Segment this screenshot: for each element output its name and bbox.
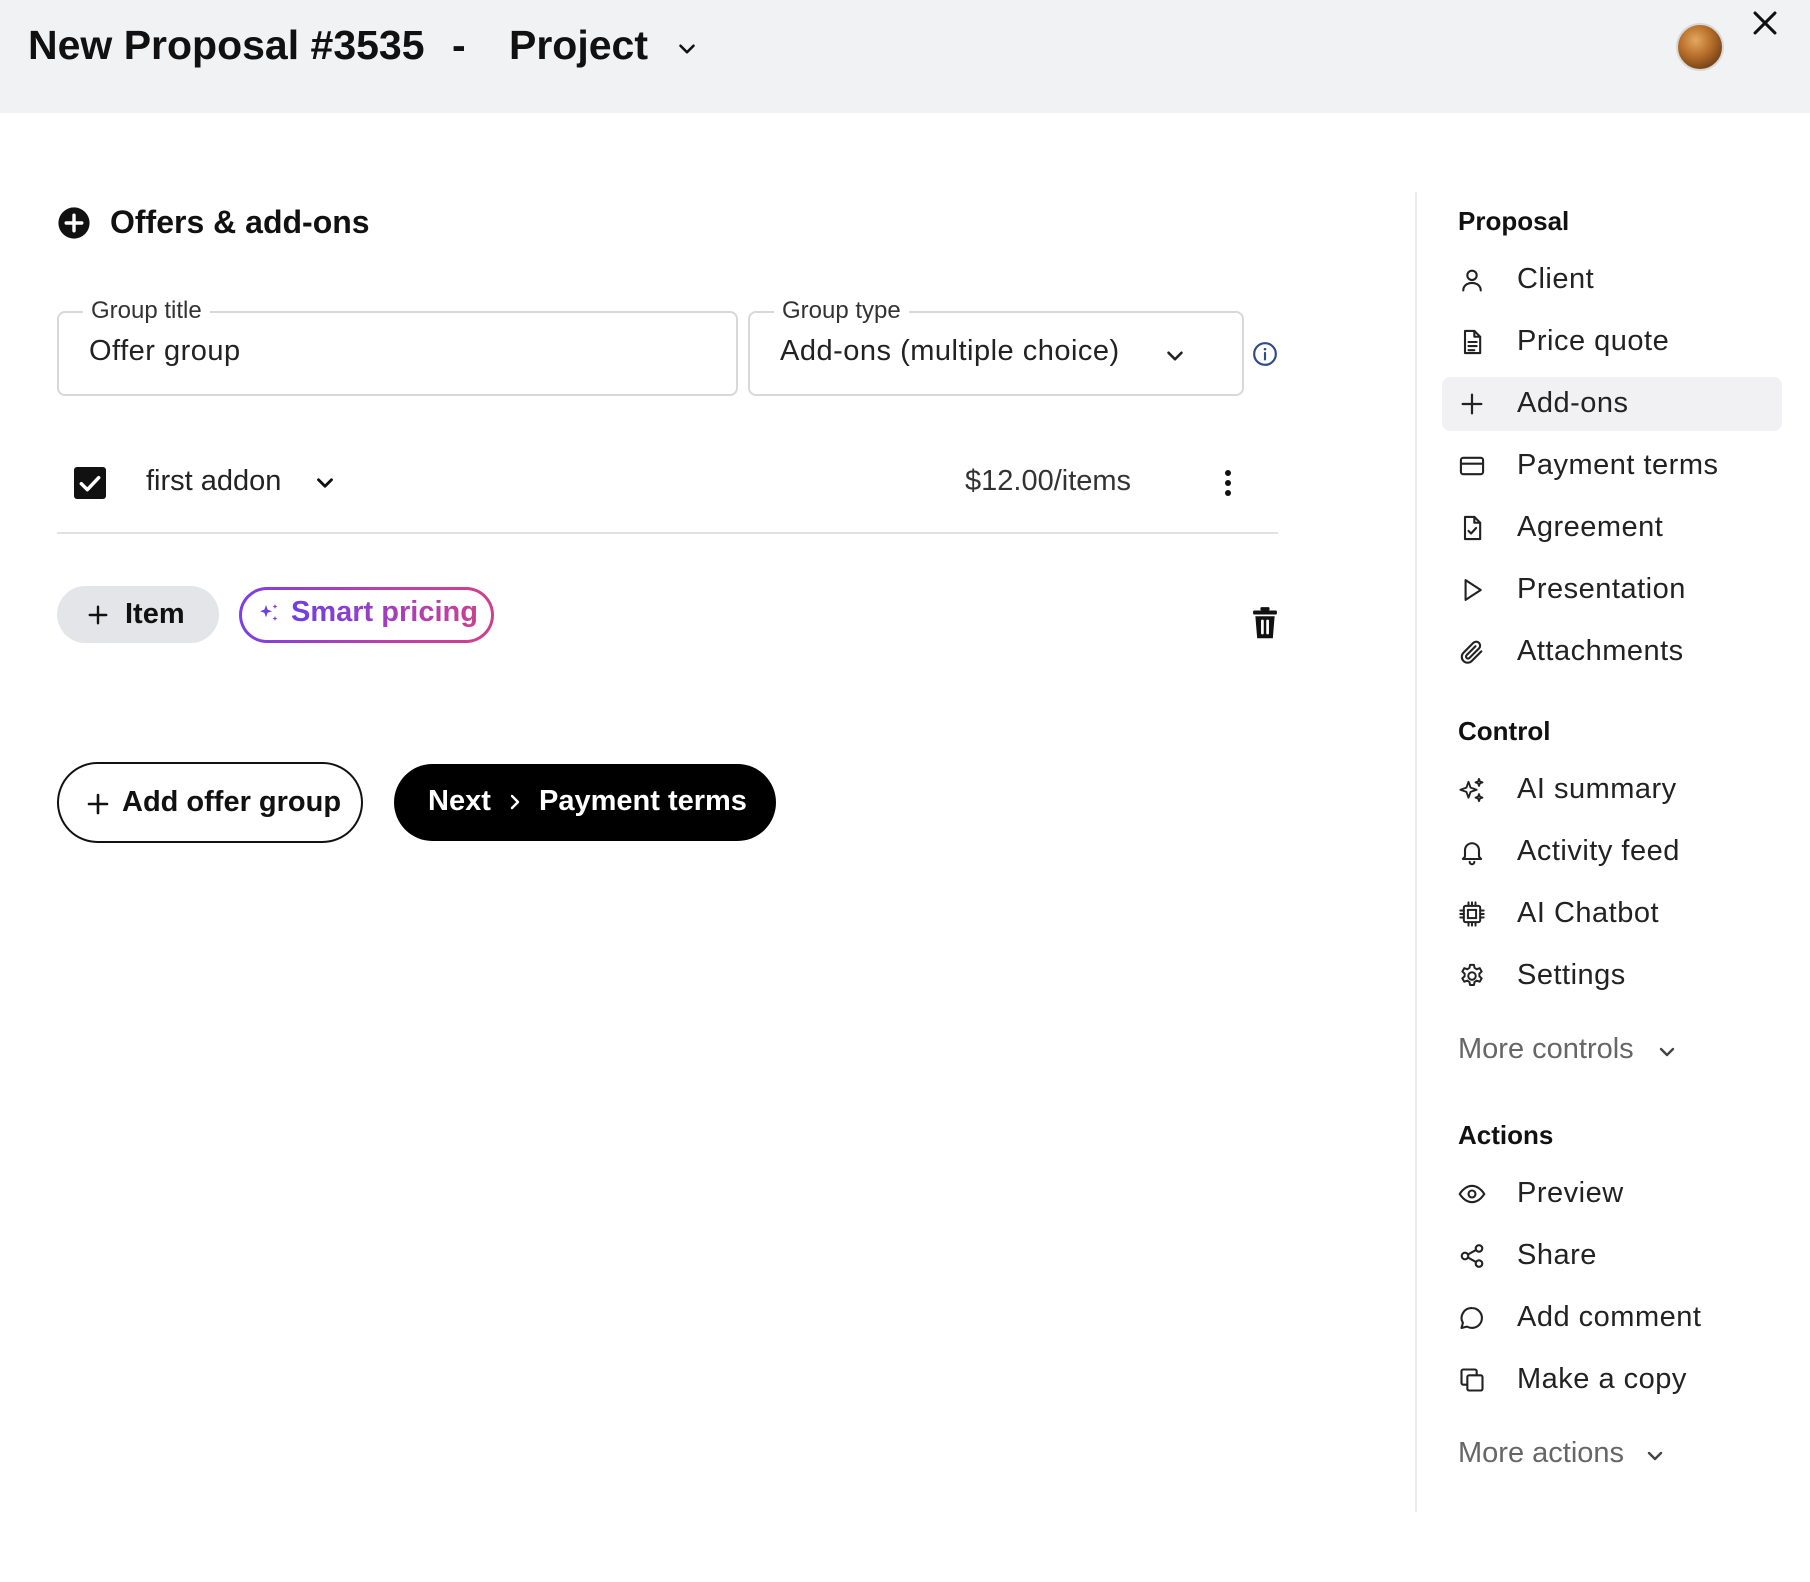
sidebar-item-label: Presentation	[1517, 573, 1686, 605]
comment-icon	[1460, 1307, 1483, 1329]
chevron-down-icon[interactable]	[674, 36, 700, 62]
sparkles-icon	[1459, 777, 1484, 803]
group-type-label: Group type	[774, 297, 909, 325]
more-controls-toggle[interactable]: More controls	[1458, 1033, 1634, 1066]
user-icon	[1462, 269, 1482, 292]
sidebar-item-label: Agreement	[1517, 511, 1664, 543]
copy-icon	[1460, 1368, 1484, 1392]
sidebar-item-label: Client	[1517, 263, 1595, 295]
sidebar-item-preview[interactable]: Preview	[1442, 1167, 1782, 1221]
addon-price: $12.00/items	[965, 465, 1132, 497]
add-offer-group-button[interactable]: Add offer group	[57, 762, 363, 843]
sidebar-item-label: AI summary	[1517, 773, 1677, 805]
group-title-value[interactable]: Offer group	[89, 335, 241, 368]
plus-icon	[88, 605, 108, 625]
sidebar-item-price-quote[interactable]: Price quote	[1442, 315, 1782, 369]
row-divider	[57, 532, 1278, 534]
sidebar-item-add-ons[interactable]: Add-ons	[1442, 377, 1782, 431]
paperclip-icon	[1460, 640, 1483, 664]
sidebar-item-presentation[interactable]: Presentation	[1442, 563, 1782, 617]
sidebar-item-ai-chatbot[interactable]: AI Chatbot	[1442, 887, 1782, 941]
smart-pricing-button[interactable]: Smart pricing	[239, 587, 494, 643]
avatar[interactable]	[1676, 23, 1724, 71]
sidebar-item-label: AI Chatbot	[1517, 897, 1660, 929]
sidebar-heading-actions: Actions	[1458, 1120, 1554, 1150]
sidebar-item-label: Activity feed	[1517, 835, 1680, 867]
add-item-button[interactable]: Item	[57, 586, 219, 643]
header-bar: New Proposal #3535 - Project	[0, 0, 1810, 113]
chevron-right-icon	[510, 794, 520, 810]
plus-circle-icon	[58, 207, 90, 239]
sidebar-item-label: Payment terms	[1517, 449, 1719, 481]
more-vertical-icon[interactable]	[1216, 466, 1240, 500]
add-offer-group-label: Add offer group	[122, 786, 342, 818]
chevron-down-icon[interactable]	[1162, 343, 1188, 369]
chevron-down-icon[interactable]	[1655, 1040, 1679, 1064]
sidebar-item-attachments[interactable]: Attachments	[1442, 625, 1782, 679]
sidebar-heading-proposal: Proposal	[1458, 206, 1570, 236]
group-title-label: Group title	[83, 297, 210, 325]
sidebar-item-label: Attachments	[1517, 635, 1684, 667]
group-title-field[interactable]: Group title Offer group	[57, 297, 738, 396]
group-type-select[interactable]: Group type Add-ons (multiple choice)	[748, 297, 1244, 396]
add-item-label: Item	[125, 598, 185, 630]
sidebar-item-settings[interactable]: Settings	[1442, 949, 1782, 1003]
sidebar-item-agreement[interactable]: Agreement	[1442, 501, 1782, 555]
proposal-title: New Proposal #3535	[28, 22, 425, 68]
section-title: Offers & add-ons	[110, 204, 370, 240]
next-label: Next	[428, 785, 491, 817]
credit-card-icon	[1459, 456, 1485, 476]
sidebar-heading-control: Control	[1458, 716, 1551, 746]
close-icon[interactable]	[1748, 6, 1782, 40]
share-icon	[1460, 1244, 1484, 1268]
trash-icon[interactable]	[1251, 606, 1279, 640]
sidebar-item-label: Preview	[1517, 1177, 1624, 1209]
play-icon	[1464, 579, 1482, 601]
smart-pricing-label: Smart pricing	[291, 596, 478, 628]
addon-checkbox[interactable]	[74, 467, 106, 499]
plus-icon	[87, 793, 109, 815]
next-button[interactable]: Next Payment terms	[394, 764, 776, 841]
gear-icon	[1461, 963, 1483, 986]
plus-icon	[1461, 393, 1483, 415]
eye-icon	[1458, 1184, 1486, 1204]
document-check-icon	[1463, 515, 1482, 541]
sidebar-item-make-a-copy[interactable]: Make a copy	[1442, 1353, 1782, 1407]
sidebar-item-label: Share	[1517, 1239, 1597, 1271]
chevron-down-icon[interactable]	[312, 470, 338, 496]
project-selector[interactable]: Project	[509, 22, 648, 69]
sparkles-icon	[260, 604, 278, 621]
sidebar-item-label: Make a copy	[1517, 1363, 1687, 1395]
sidebar-item-activity-feed[interactable]: Activity feed	[1442, 825, 1782, 879]
document-icon	[1463, 329, 1482, 355]
sidebar-divider	[1415, 192, 1417, 1512]
sidebar-item-ai-summary[interactable]: AI summary	[1442, 763, 1782, 817]
chevron-down-icon[interactable]	[1643, 1444, 1667, 1468]
bell-icon	[1461, 842, 1483, 866]
sidebar-item-label: Add comment	[1517, 1301, 1702, 1333]
sidebar-item-label: Settings	[1517, 959, 1626, 991]
sidebar-item-payment-terms[interactable]: Payment terms	[1442, 439, 1782, 493]
sidebar-item-label: Add-ons	[1517, 387, 1629, 419]
next-target-label: Payment terms	[539, 785, 747, 817]
title-separator: -	[452, 22, 466, 68]
info-icon[interactable]	[1252, 341, 1278, 367]
group-type-value[interactable]: Add-ons (multiple choice)	[780, 335, 1120, 368]
sidebar-item-add-comment[interactable]: Add comment	[1442, 1291, 1782, 1345]
more-actions-toggle[interactable]: More actions	[1458, 1437, 1624, 1470]
sidebar-item-share[interactable]: Share	[1442, 1229, 1782, 1283]
sidebar-item-client[interactable]: Client	[1442, 253, 1782, 307]
chip-icon	[1459, 901, 1485, 927]
sidebar-item-label: Price quote	[1517, 325, 1670, 357]
addon-name[interactable]: first addon	[146, 465, 281, 498]
check-icon	[79, 475, 101, 492]
